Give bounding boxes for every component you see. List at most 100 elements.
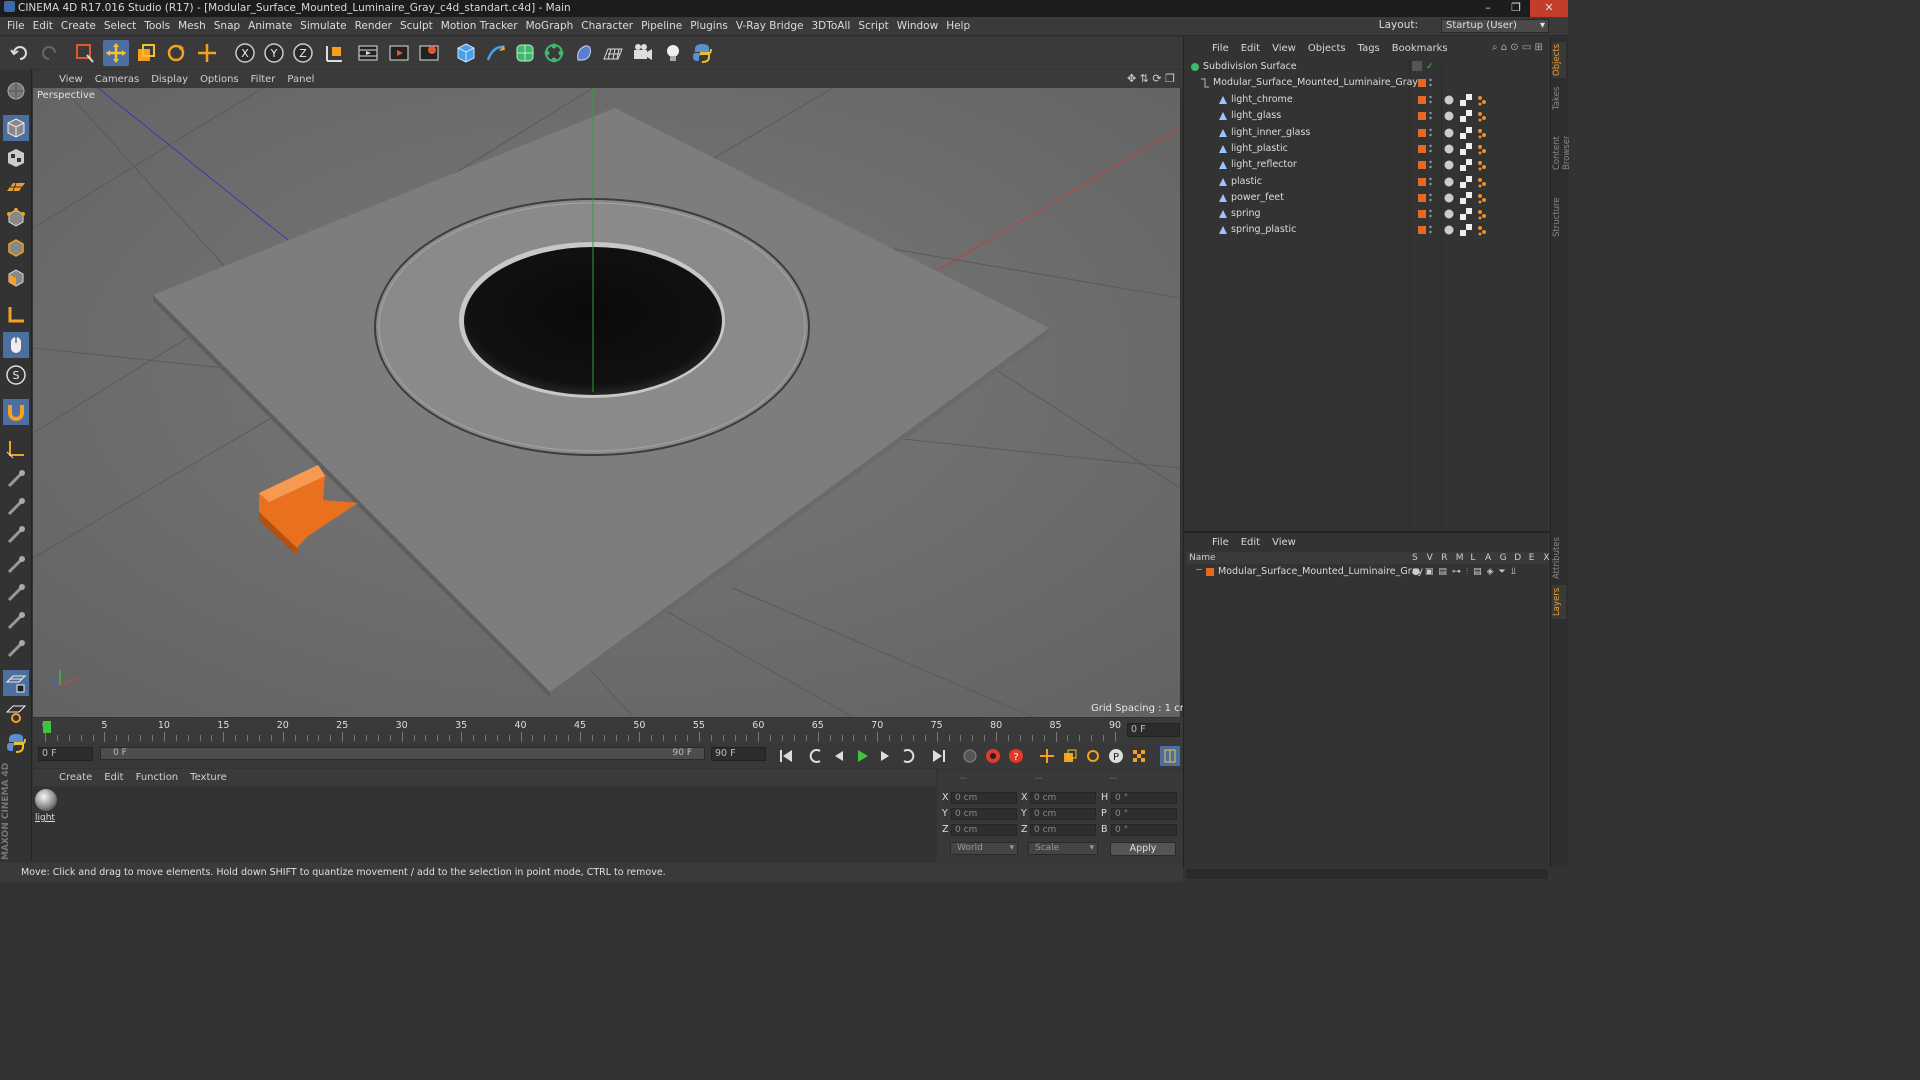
menu-3dtoall[interactable]: 3DToAll: [807, 20, 854, 32]
size-mode-dropdown[interactable]: Scale ▾: [1028, 842, 1098, 855]
texture-mode-button[interactable]: [3, 145, 29, 171]
phong-tag-icon[interactable]: [1443, 224, 1455, 236]
layer-column-v[interactable]: V: [1427, 552, 1433, 564]
material-menu-edit[interactable]: Edit: [98, 772, 129, 783]
object-row-power-feet[interactable]: power_feet: [1186, 190, 1548, 206]
camera-button[interactable]: [630, 40, 656, 66]
axis-modeling-button[interactable]: [3, 436, 29, 462]
points-mode-button[interactable]: [3, 205, 29, 231]
object-row-light-chrome[interactable]: light_chrome: [1186, 92, 1548, 108]
next-frame-button[interactable]: [875, 746, 895, 766]
rotate-tool-button[interactable]: [163, 40, 189, 66]
start-frame-field[interactable]: 0 F: [38, 747, 93, 761]
enabled-check-icon[interactable]: [1412, 61, 1422, 71]
menu-tools[interactable]: Tools: [140, 20, 174, 32]
menu-create[interactable]: Create: [57, 20, 100, 32]
visibility-dots-icon[interactable]: [1429, 225, 1432, 235]
tab-objects[interactable]: Objects: [1552, 42, 1566, 78]
brush-tool-2-button[interactable]: [3, 494, 29, 520]
apply-button[interactable]: Apply: [1110, 842, 1176, 856]
layer-color-tag[interactable]: [1418, 112, 1426, 121]
menu-mesh[interactable]: Mesh: [174, 20, 210, 32]
python-script-button[interactable]: [3, 730, 29, 756]
menu-sculpt[interactable]: Sculpt: [396, 20, 437, 32]
brush-tool-6-button[interactable]: [3, 608, 29, 634]
menu-animate[interactable]: Animate: [244, 20, 296, 32]
next-key-button[interactable]: [898, 746, 918, 766]
menu-help[interactable]: Help: [942, 20, 974, 32]
tab-content-browser[interactable]: Content Browser: [1552, 118, 1572, 188]
menu-script[interactable]: Script: [854, 20, 892, 32]
menu-file[interactable]: File: [3, 20, 29, 32]
layer-color-tag[interactable]: [1418, 161, 1426, 170]
layer-color-tag[interactable]: [1418, 128, 1426, 137]
visibility-dots-icon[interactable]: [1429, 111, 1432, 121]
timeline-ruler[interactable]: 051015202530354045505560657075808590: [33, 718, 1183, 744]
rotation-field[interactable]: 0 °: [1111, 824, 1177, 836]
material-menu-texture[interactable]: Texture: [184, 772, 233, 783]
y-axis-lock-button[interactable]: Y: [261, 40, 287, 66]
object-name[interactable]: spring: [1231, 206, 1261, 222]
menu-mograph[interactable]: MoGraph: [522, 20, 578, 32]
model-mode-button[interactable]: [3, 115, 29, 141]
current-frame-field[interactable]: 0 F: [1127, 723, 1180, 737]
x-axis-lock-button[interactable]: X: [232, 40, 258, 66]
uvw-tag-icon[interactable]: [1460, 159, 1472, 172]
layer-color-tag[interactable]: [1418, 96, 1426, 104]
menu-render[interactable]: Render: [351, 20, 396, 32]
tweak-mode-button[interactable]: [3, 332, 29, 358]
pen-spline-button[interactable]: [483, 40, 509, 66]
key-parameter-button[interactable]: P: [1106, 746, 1126, 766]
horizontal-scrollbar[interactable]: [1186, 869, 1548, 879]
object-menu-file[interactable]: File: [1206, 43, 1235, 54]
menu-pipeline[interactable]: Pipeline: [637, 20, 686, 32]
phong-tag-icon[interactable]: [1443, 159, 1455, 171]
add-cube-button[interactable]: [453, 40, 479, 66]
key-scale-button[interactable]: [1060, 746, 1080, 766]
menu-select[interactable]: Select: [100, 20, 140, 32]
viewport-nav-icons[interactable]: ✥ ⇅ ⟳ ❐: [1127, 72, 1175, 85]
material-menu-function[interactable]: Function: [130, 772, 185, 783]
material-manager-area[interactable]: [33, 786, 936, 862]
tab-attributes[interactable]: Attributes: [1552, 535, 1566, 581]
viewport-menu-display[interactable]: Display: [145, 74, 194, 85]
object-row-light-plastic[interactable]: light_plastic: [1186, 141, 1548, 157]
phong-tag-icon[interactable]: [1443, 143, 1455, 155]
frame-range-slider[interactable]: 0 F 90 F: [100, 747, 705, 760]
phong-tag-icon[interactable]: [1443, 208, 1455, 220]
layer-name[interactable]: Modular_Surface_Mounted_Luminaire_Gray: [1218, 564, 1423, 580]
tab-structure[interactable]: Structure: [1552, 194, 1566, 240]
brush-tool-5-button[interactable]: [3, 580, 29, 606]
visibility-dots-icon[interactable]: [1429, 128, 1432, 138]
object-name[interactable]: plastic: [1231, 174, 1262, 190]
menu-edit[interactable]: Edit: [29, 20, 57, 32]
go-to-start-button[interactable]: [776, 746, 796, 766]
menu-v-ray-bridge[interactable]: V-Ray Bridge: [732, 20, 808, 32]
undo-button[interactable]: [7, 40, 33, 66]
uvw-tag-icon[interactable]: [1460, 224, 1472, 237]
material-tag-icon[interactable]: [1476, 224, 1488, 236]
object-name[interactable]: light_glass: [1231, 108, 1281, 124]
layer-column-a[interactable]: A: [1485, 552, 1491, 564]
light-button[interactable]: [660, 40, 686, 66]
layer-color-tag[interactable]: [1418, 79, 1426, 87]
previous-frame-button[interactable]: [829, 746, 849, 766]
polygons-mode-button[interactable]: [3, 265, 29, 291]
layer-menu-edit[interactable]: Edit: [1235, 537, 1266, 548]
layer-menu-view[interactable]: View: [1266, 537, 1302, 548]
object-name[interactable]: light_chrome: [1231, 92, 1293, 108]
object-menu-bookmarks[interactable]: Bookmarks: [1386, 43, 1454, 54]
material-tag-icon[interactable]: [1476, 208, 1488, 220]
layer-column-x[interactable]: X: [1543, 552, 1549, 564]
size-field[interactable]: 0 cm: [1030, 792, 1096, 804]
floor-button[interactable]: [600, 40, 626, 66]
brush-tool-3-button[interactable]: [3, 522, 29, 548]
menu-plugins[interactable]: Plugins: [686, 20, 732, 32]
subdivision-surface-button[interactable]: [512, 40, 538, 66]
object-row-light-reflector[interactable]: light_reflector: [1186, 157, 1548, 173]
size-field[interactable]: 0 cm: [1030, 824, 1096, 836]
previous-key-button[interactable]: [806, 746, 826, 766]
key-pla-button[interactable]: [1129, 746, 1149, 766]
uvw-tag-icon[interactable]: [1460, 126, 1472, 139]
workplane-mode-button[interactable]: [3, 175, 29, 201]
